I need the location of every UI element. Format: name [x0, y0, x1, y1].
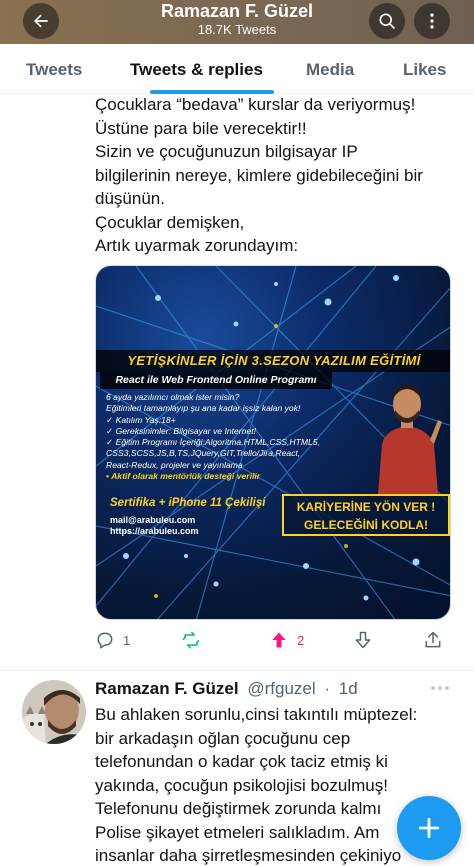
tweet-time[interactable]: 1d — [339, 679, 358, 698]
promo-line: ✓ Katılım Yaş:18+ — [106, 414, 176, 425]
tweet-divider — [0, 670, 474, 671]
promo-line: React-Redux, projeler ve yayınlama — [106, 459, 243, 470]
avatar[interactable] — [22, 680, 86, 744]
tab-media[interactable]: Media — [306, 60, 354, 80]
downvote-button[interactable] — [353, 628, 373, 652]
promo-line: Eğitimleri tamamlayıp şu ana kadar işsiz… — [106, 403, 301, 414]
more-icon — [430, 13, 434, 29]
compose-tweet-button[interactable] — [397, 796, 461, 860]
tweet-media-image[interactable]: YETİŞKİNLER İÇİN 3.SEZON YAZILIM EĞİTİMİ… — [95, 265, 451, 620]
search-icon — [379, 13, 396, 30]
share-icon — [425, 631, 441, 648]
share-button[interactable] — [423, 628, 443, 652]
more-options-icon[interactable] — [428, 680, 452, 696]
plus-icon — [418, 817, 440, 839]
profile-tabs: Tweets Tweets & replies Media Likes — [0, 44, 474, 94]
tab-tweets[interactable]: Tweets — [26, 60, 82, 80]
tweet-text: Çocuklara “bedava” kurslar da veriyormuş… — [95, 95, 423, 255]
profile-header: Ramazan F. Güzel 18.7K Tweets — [0, 0, 474, 44]
upvote-icon — [272, 632, 286, 648]
tab-likes[interactable]: Likes — [403, 60, 446, 80]
contact-url: https://arabuleu.com — [110, 526, 199, 536]
promo-line: ✓ Gereksinimler: Bilgisayar ve Internet! — [106, 425, 257, 436]
more-button[interactable] — [414, 3, 450, 39]
media-promo-text: 6 ayda yazılımcı olmak ister misin? Eğit… — [106, 392, 366, 482]
reply-count: 1 — [123, 632, 131, 648]
downvote-icon — [355, 631, 371, 649]
author-handle[interactable]: @rfguzel — [247, 679, 315, 698]
meta-separator: · — [324, 679, 331, 698]
cta-line: KARİYERİNE YÖN VER ! — [296, 500, 436, 514]
media-cert: Sertifika + iPhone 11 Çekilişi — [110, 497, 266, 509]
tweet-header: Ramazan F. Güzel @rfguzel · 1d — [95, 679, 358, 699]
reply-button[interactable]: 1 — [95, 628, 130, 652]
media-title: YETİŞKİNLER İÇİN 3.SEZON YAZILIM EĞİTİMİ — [96, 350, 450, 372]
media-cta: KARİYERİNE YÖN VER ! GELECEĞİNİ KODLA! — [282, 494, 450, 536]
reply-icon — [97, 632, 113, 649]
promo-line: • Aktif olarak mentörlük desteği verilir — [106, 471, 261, 482]
retweet-button[interactable] — [181, 628, 209, 652]
upvote-button[interactable]: 2 — [269, 628, 304, 652]
presenter-illustration — [378, 385, 442, 494]
tweet-actions: 1 2 — [95, 628, 451, 652]
upvote-count: 2 — [297, 632, 305, 648]
avatar-photo — [22, 680, 86, 744]
retweet-icon — [182, 631, 200, 649]
tab-tweets-and-replies[interactable]: Tweets & replies — [130, 60, 263, 80]
search-button[interactable] — [369, 3, 405, 39]
cta-line: GELECEĞİNİ KODLA! — [303, 518, 428, 532]
contact-email: mail@arabuleu.com — [110, 515, 196, 525]
media-contact: mail@arabuleu.com https://arabuleu.com — [110, 515, 199, 537]
author-name[interactable]: Ramazan F. Güzel — [95, 679, 239, 698]
media-subtitle: React ile Web Frontend Online Programı — [100, 372, 332, 389]
promo-line: 6 ayda yazılımcı olmak ister misin? — [106, 392, 240, 402]
promo-line: ✓ Eğitim Programı İçeriği:Algoritma,HTML… — [106, 437, 320, 448]
promo-line: CSS3,SCSS,JS,B,TS,JQuery,GIT,Trello/Jira… — [106, 448, 301, 459]
